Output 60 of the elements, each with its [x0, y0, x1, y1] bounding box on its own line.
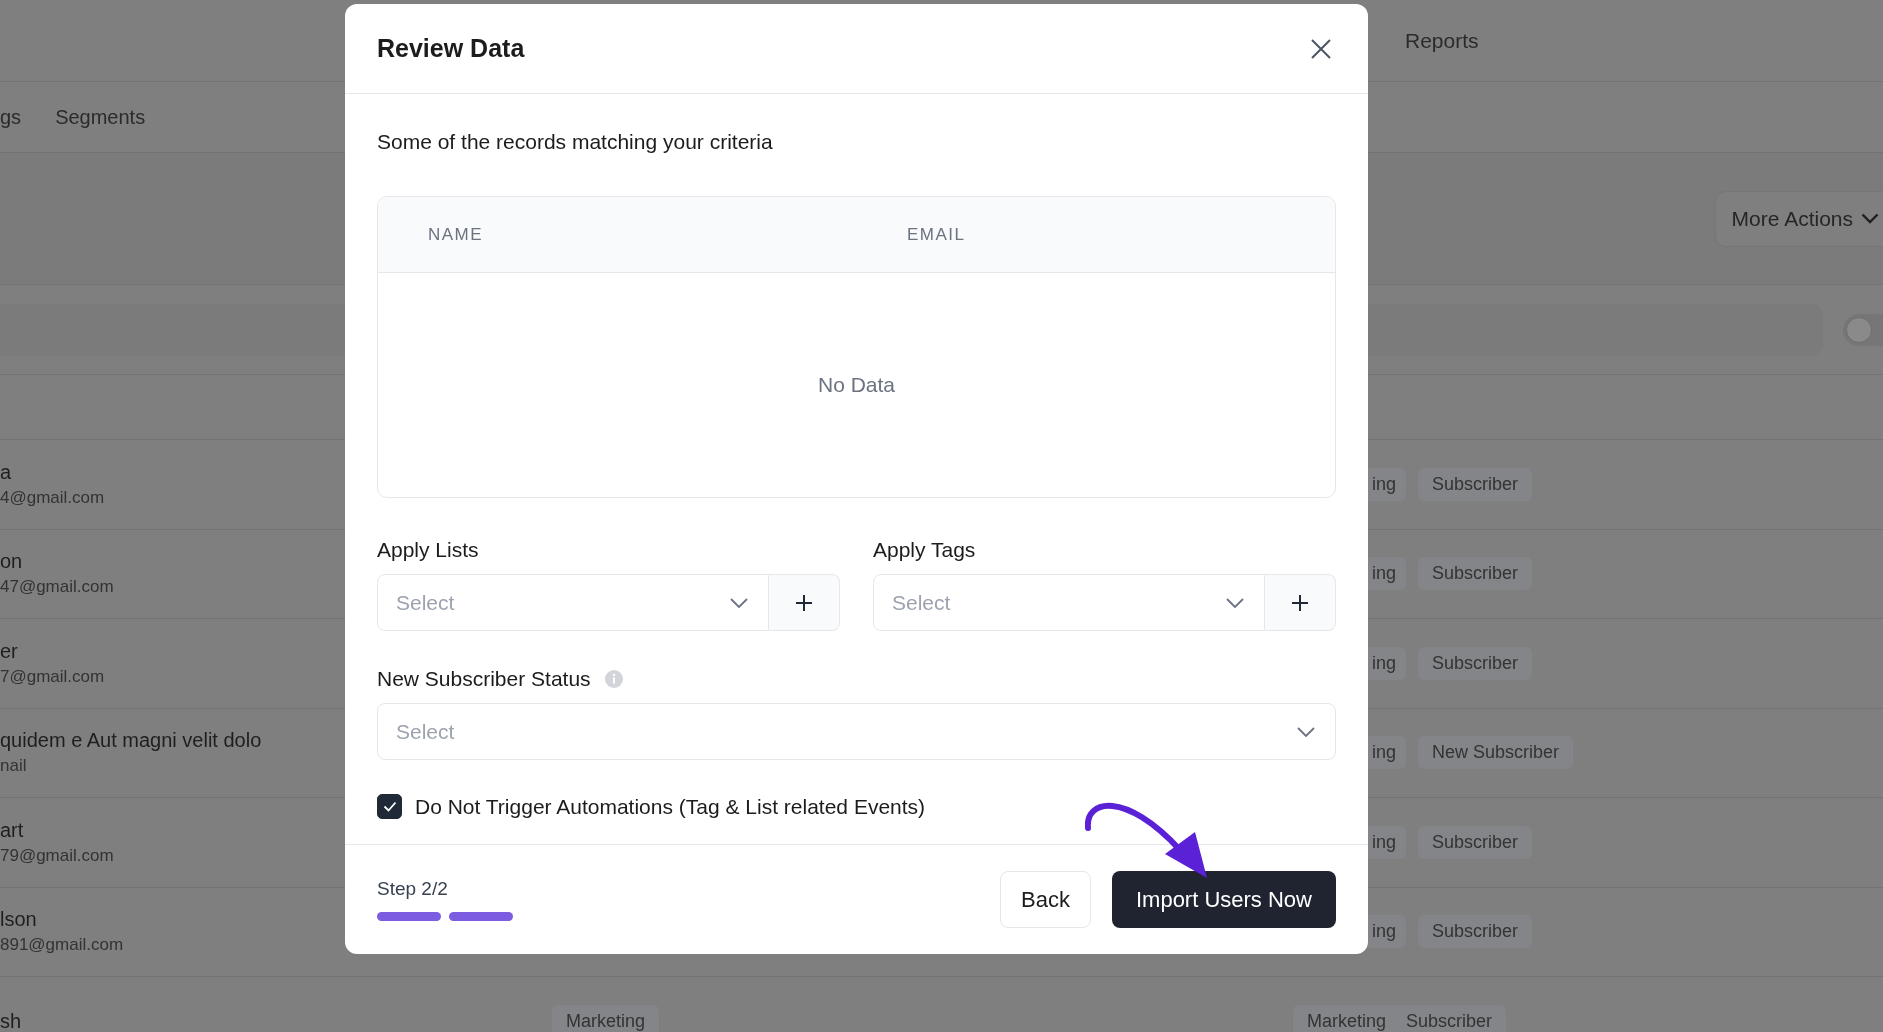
- status-tag: Subscriber: [1418, 825, 1533, 859]
- plus-icon: [794, 592, 814, 613]
- field-label: Apply Tags: [873, 538, 977, 562]
- status-tag: New Subscriber: [1418, 736, 1574, 770]
- dialog-title: Review Data: [377, 34, 525, 63]
- chevron-down-icon: [1861, 213, 1879, 224]
- info-icon[interactable]: [604, 670, 623, 688]
- subscriber-email: 7@gmail.com: [0, 666, 105, 687]
- status-tag: Subscriber: [1418, 467, 1533, 501]
- empty-message: No Data: [817, 373, 895, 397]
- add-button[interactable]: [769, 574, 840, 631]
- subscriber-name: lson: [0, 908, 37, 932]
- chevron-down-icon: [1297, 726, 1315, 737]
- select-dropdown[interactable]: Select: [377, 703, 1336, 760]
- chevron-down-icon: [730, 597, 748, 608]
- column-header: EMAIL: [907, 224, 966, 245]
- toggle-switch[interactable]: [1843, 313, 1883, 346]
- status-tag: Subscriber: [1418, 915, 1533, 949]
- subscriber-name: sh: [0, 1009, 22, 1032]
- list-tag: ing: [1368, 915, 1407, 949]
- subscriber-name: quidem e Aut magni velit dolo: [0, 729, 262, 753]
- select-input[interactable]: Select: [378, 590, 730, 615]
- check-icon: [382, 801, 397, 812]
- select-dropdown[interactable]: Select: [377, 574, 769, 631]
- select-dropdown[interactable]: Select: [873, 574, 1265, 631]
- subscriber-email: nail: [0, 756, 27, 777]
- field-label: Apply Lists: [377, 538, 480, 562]
- list-tag: ing: [1368, 557, 1407, 591]
- nav-link[interactable]: Reports: [1405, 28, 1479, 53]
- subscriber-name: art: [0, 818, 24, 842]
- add-button[interactable]: [1265, 574, 1336, 631]
- sub-nav-tab[interactable]: gs: [0, 105, 22, 129]
- subscriber-name: a: [0, 460, 12, 484]
- status-tag: Subscriber: [1418, 646, 1533, 680]
- list-tag: ing: [1368, 736, 1407, 770]
- step-indicator: Step 2/2: [377, 878, 449, 900]
- subscriber-name: er: [0, 639, 18, 663]
- list-tag: ing: [1368, 825, 1407, 859]
- more-actions-button[interactable]: More Actions: [1714, 190, 1883, 247]
- subscriber-email: 47@gmail.com: [0, 577, 114, 598]
- dialog-subtitle: Some of the records matching your criteria: [377, 130, 774, 154]
- status-tag: Subscriber: [1418, 557, 1533, 591]
- checkbox-label: Do Not Trigger Automations (Tag & List related Events): [415, 794, 926, 819]
- checkbox[interactable]: [377, 794, 402, 819]
- back-button[interactable]: Back: [1000, 871, 1091, 928]
- import-button[interactable]: Import Users Now: [1111, 871, 1336, 928]
- list-tag: Marketing: [552, 1004, 660, 1032]
- field-label: New Subscriber Status: [377, 667, 591, 691]
- subscriber-email: 79@gmail.com: [0, 845, 114, 866]
- column-header: NAME: [428, 224, 484, 245]
- subscriber-email: 891@gmail.com: [0, 935, 124, 956]
- select-input[interactable]: Select: [874, 590, 1226, 615]
- list-tag: ing: [1368, 646, 1407, 680]
- plus-icon: [1290, 592, 1310, 613]
- subscriber-email: 4@gmail.com: [0, 487, 105, 508]
- chevron-down-icon: [1226, 597, 1244, 608]
- list-tag: ing: [1368, 467, 1407, 501]
- sub-nav-tab[interactable]: Segments: [55, 105, 146, 129]
- subscriber-name: on: [0, 550, 23, 574]
- select-input[interactable]: Select: [378, 719, 1297, 744]
